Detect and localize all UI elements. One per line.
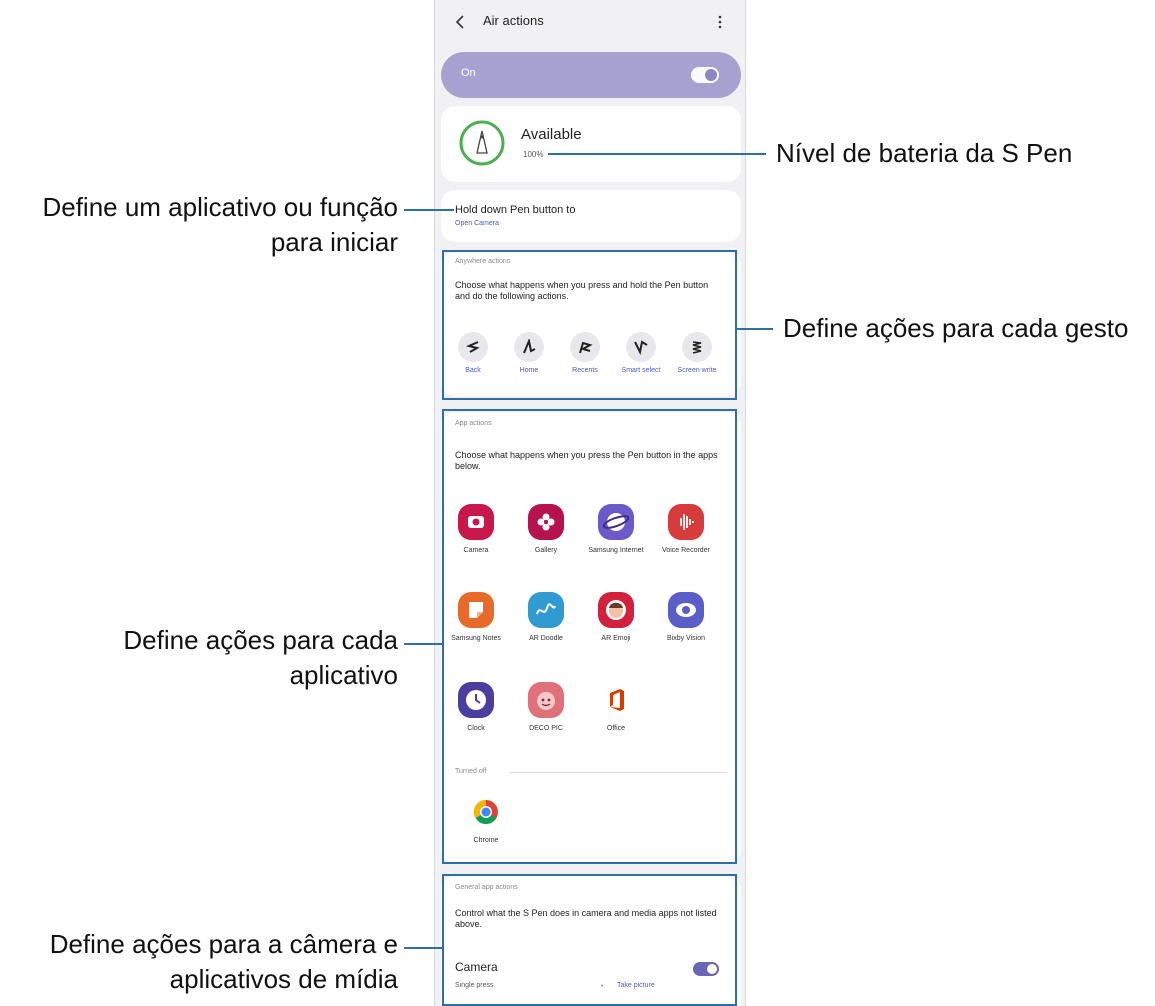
battery-status: Available bbox=[521, 126, 582, 143]
media-callout-line1: Define ações para a câmera e bbox=[49, 929, 398, 959]
master-switch-label: On bbox=[461, 67, 476, 79]
hold-callout-line2: para iniciar bbox=[270, 227, 398, 257]
more-options-icon[interactable] bbox=[717, 13, 723, 31]
back-arrow-icon[interactable] bbox=[453, 13, 469, 31]
apps-callout-line1: Define ações para cada bbox=[123, 625, 398, 655]
gestures-highlight-box bbox=[442, 250, 737, 400]
hold-callout-line1: Define um aplicativo ou função bbox=[42, 192, 398, 222]
master-switch-bar[interactable]: On bbox=[441, 52, 741, 98]
toggle-knob bbox=[705, 69, 717, 81]
top-app-bar: Air actions bbox=[435, 0, 745, 44]
battery-callout-line bbox=[548, 153, 766, 155]
gestures-callout-line bbox=[737, 328, 773, 330]
hold-pen-button-setting[interactable]: Hold down Pen button to Open Camera bbox=[441, 190, 741, 242]
battery-percent: 100% bbox=[523, 150, 544, 159]
page-title: Air actions bbox=[483, 13, 544, 28]
battery-callout: Nível de bateria da S Pen bbox=[776, 138, 1073, 168]
hold-callout-line bbox=[404, 209, 454, 211]
apps-callout-line2: aplicativo bbox=[289, 660, 398, 690]
gestures-callout: Define ações para cada gesto bbox=[783, 313, 1129, 343]
media-callout-line bbox=[404, 947, 442, 949]
battery-card: Available 100% bbox=[441, 106, 741, 182]
hold-pen-value: Open Camera bbox=[455, 220, 499, 227]
hold-pen-title: Hold down Pen button to bbox=[455, 204, 576, 216]
s-pen-battery-icon bbox=[459, 120, 505, 166]
apps-highlight-box bbox=[442, 409, 737, 864]
master-toggle[interactable] bbox=[691, 67, 719, 83]
media-highlight-box bbox=[442, 874, 737, 1006]
apps-callout-line bbox=[404, 643, 442, 645]
media-callout-line2: aplicativos de mídia bbox=[169, 964, 398, 994]
